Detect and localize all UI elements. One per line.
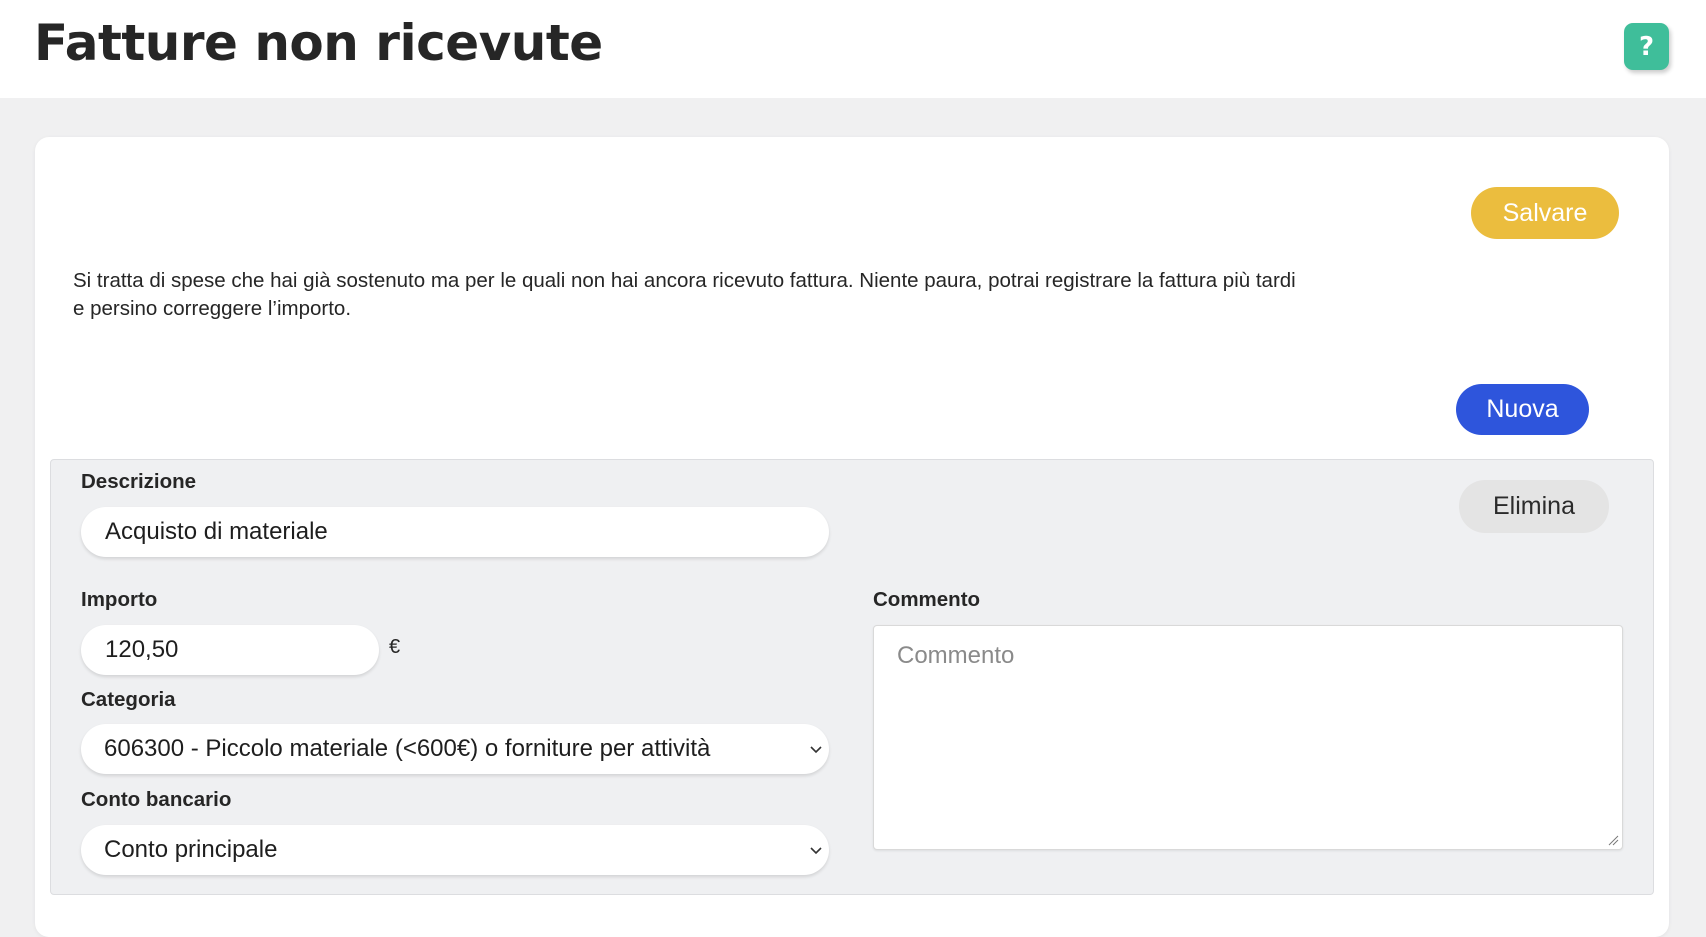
chevron-down-icon (810, 746, 822, 754)
amount-label: Importo (81, 588, 158, 611)
help-button[interactable]: ? (1624, 23, 1669, 70)
category-select[interactable]: 606300 - Piccolo materiale (<600€) o for… (81, 724, 829, 774)
comment-placeholder: Commento (897, 642, 1015, 669)
delete-button[interactable]: Elimina (1459, 480, 1609, 533)
amount-input[interactable]: 120,50 (81, 625, 379, 675)
comment-label: Commento (873, 588, 981, 611)
bank-account-label: Conto bancario (81, 788, 232, 811)
bank-account-select[interactable]: Conto principale (81, 825, 829, 875)
category-label: Categoria (81, 688, 176, 711)
category-value: 606300 - Piccolo materiale (<600€) o for… (104, 735, 711, 762)
comment-textarea[interactable]: Commento (873, 625, 1623, 850)
bank-account-value: Conto principale (104, 836, 278, 863)
page-header: Fatture non ricevute ? (0, 0, 1706, 98)
question-mark-icon: ? (1638, 31, 1655, 62)
resize-handle-icon[interactable] (1607, 834, 1619, 846)
description-input[interactable]: Acquisto di materiale (81, 507, 829, 557)
new-expense-button[interactable]: Nuova (1456, 384, 1589, 435)
intro-text: Si tratta di spese che hai già sostenuto… (73, 269, 1296, 320)
page-title: Fatture non ricevute (34, 14, 603, 72)
amount-value: 120,50 (105, 636, 179, 663)
description-value: Acquisto di materiale (105, 518, 328, 545)
save-button[interactable]: Salvare (1471, 187, 1619, 239)
chevron-down-icon (810, 847, 822, 855)
currency-symbol: € (389, 636, 401, 658)
description-label: Descrizione (81, 470, 197, 493)
